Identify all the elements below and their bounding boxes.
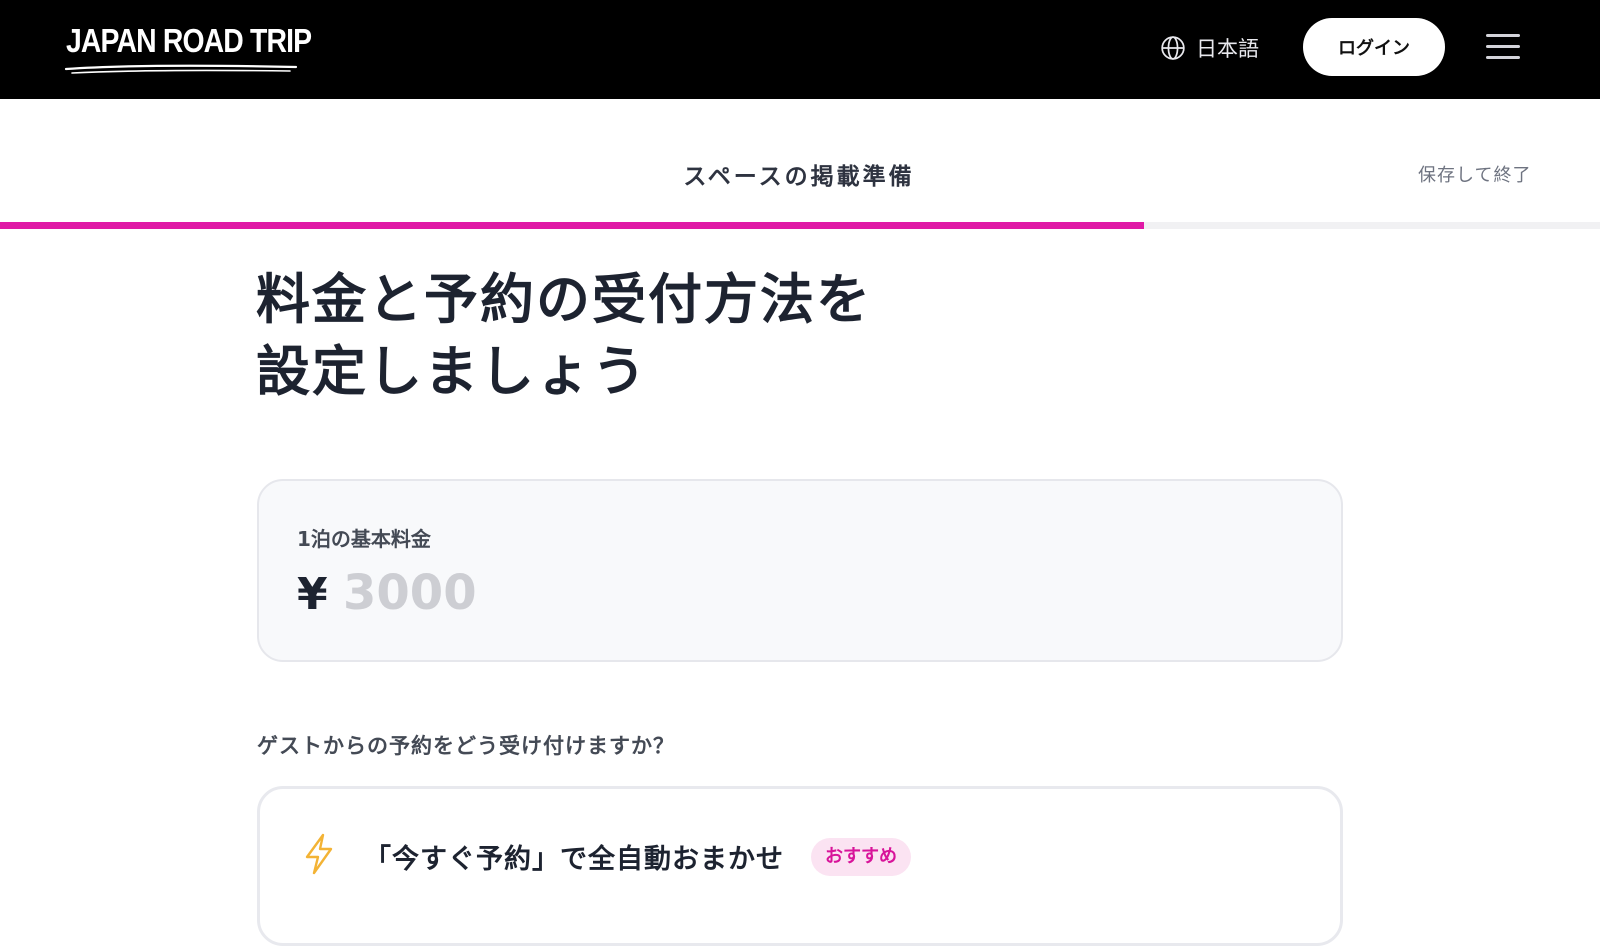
globe-icon xyxy=(1161,36,1185,60)
instant-booking-title: 「今すぐ予約」で全自動おまかせ xyxy=(364,844,784,875)
page-title-line-2: 設定しましょう xyxy=(256,340,648,403)
base-price-input[interactable] xyxy=(343,561,1243,625)
base-price-label: 1泊の基本料金 xyxy=(297,527,431,551)
section-title-text: スペースの掲載準備 xyxy=(683,164,915,190)
lightning-icon xyxy=(305,833,333,875)
progress-bar-fill xyxy=(0,222,1144,229)
booking-method-question: ゲストからの予約をどう受け付けますか？ xyxy=(257,734,675,758)
progress-bar xyxy=(0,222,1600,229)
instant-booking-option[interactable]: 「今すぐ予約」で全自動おまかせ おすすめ xyxy=(257,786,1343,946)
logo-underline-icon xyxy=(64,64,298,74)
japan-road-trip-logo[interactable]: JAPAN ROAD TRIP xyxy=(64,22,312,74)
login-button[interactable]: ログイン xyxy=(1303,18,1445,76)
hamburger-menu-icon[interactable] xyxy=(1486,34,1520,60)
recommended-badge: おすすめ xyxy=(811,838,911,876)
page-title: 料金と予約の受付方法を 設定しましょう xyxy=(256,264,1076,408)
page-section-title: スペースの掲載準備 xyxy=(0,157,1600,191)
listing-setup-header: スペースの掲載準備 保存して終了 xyxy=(0,99,1600,223)
save-and-exit-link[interactable]: 保存して終了 xyxy=(1418,161,1531,187)
page-title-line-1: 料金と予約の受付方法を xyxy=(256,268,872,331)
top-navigation-bar: JAPAN ROAD TRIP 日本語 ログイン xyxy=(0,0,1600,99)
base-price-card: 1泊の基本料金 ¥ xyxy=(257,479,1343,662)
logo-text: JAPAN ROAD TRIP xyxy=(66,22,312,59)
currency-symbol: ¥ xyxy=(297,569,328,620)
language-label: 日本語 xyxy=(1196,37,1259,61)
language-selector[interactable]: 日本語 xyxy=(1160,30,1259,66)
